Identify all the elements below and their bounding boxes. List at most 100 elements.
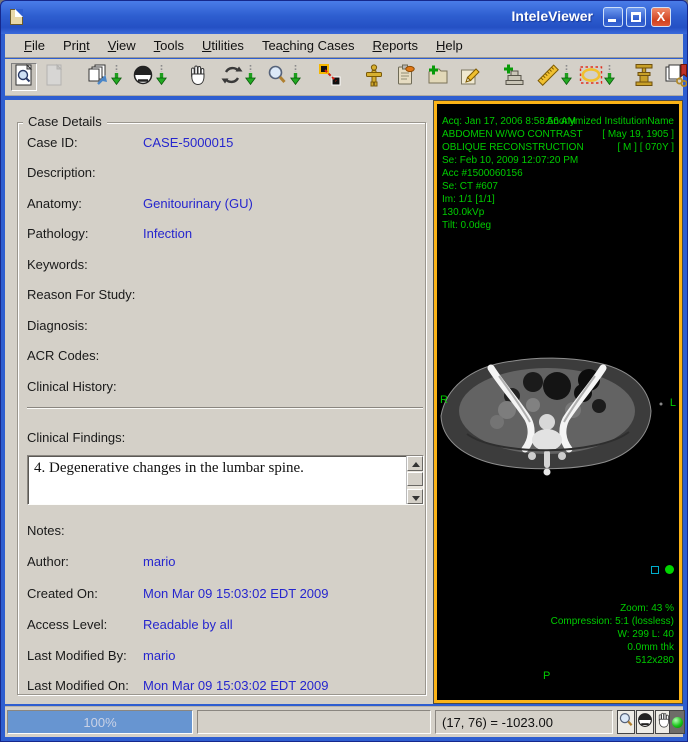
green-led-icon	[672, 717, 683, 728]
reference-lines-button[interactable]	[317, 63, 343, 91]
menu-item-tools[interactable]: Tools	[145, 35, 193, 56]
field-row: Last Modified On:Mon Mar 09 15:03:02 EDT…	[27, 678, 423, 693]
field-value: CASE-5000015	[143, 135, 233, 150]
overlay-line: Tilt: 0.0deg	[442, 219, 584, 232]
window-level-button[interactable]	[130, 63, 156, 91]
clipboard-icon	[394, 63, 418, 92]
add-teaching-case-button[interactable]	[501, 63, 527, 91]
menu-item-teaching-cases[interactable]: Teaching Cases	[253, 35, 364, 56]
menu-item-reports[interactable]: Reports	[363, 35, 427, 56]
app-icon	[10, 9, 23, 25]
cyan-square-icon	[651, 566, 659, 574]
findings-scrollbar[interactable]	[406, 456, 423, 504]
title-bar[interactable]: InteleViewer X	[1, 1, 687, 34]
window-level-tool-button[interactable]	[636, 710, 654, 734]
field-label: Pathology:	[27, 226, 143, 241]
field-row: Reason For Study:	[27, 287, 423, 302]
measure-button-dropdown[interactable]	[561, 63, 572, 91]
overlay-line: W: 299 L: 40	[551, 628, 674, 641]
field-label: Last Modified On:	[27, 678, 143, 693]
dropdown-arrow-icon	[156, 62, 167, 93]
add-to-folder-button[interactable]	[425, 63, 451, 91]
orientation-marker-left-side: L	[670, 397, 676, 409]
menu-item-view[interactable]: View	[99, 35, 145, 56]
clinical-findings-text: 4. Degenerative changes in the lumbar sp…	[34, 460, 401, 477]
maximize-button[interactable]	[626, 7, 646, 27]
menu-item-print[interactable]: Print	[54, 35, 99, 56]
hand-icon	[186, 63, 210, 92]
minimize-button[interactable]	[603, 7, 623, 27]
press-icon	[632, 63, 656, 92]
field-row: Description:	[27, 165, 423, 180]
browse-thumbnails-button[interactable]	[11, 63, 37, 91]
overlay-line: [ M ] [ 070Y ]	[547, 141, 674, 154]
field-label: Author:	[27, 554, 143, 569]
linked-stacking-button[interactable]	[663, 63, 688, 91]
menu-item-utilities[interactable]: Utilities	[193, 35, 253, 56]
connection-indicator	[669, 710, 685, 734]
rotate-flip-button[interactable]	[219, 63, 245, 91]
viewport-frame: Acq: Jan 17, 2006 8:58:56 AMABDOMEN W/WO…	[433, 100, 683, 704]
menu-item-help[interactable]: Help	[427, 35, 472, 56]
reference-lines-icon	[318, 63, 342, 92]
zoom-tool-button[interactable]	[617, 710, 635, 734]
key-figure-button[interactable]	[361, 63, 387, 91]
document-button	[41, 63, 67, 91]
field-row: Keywords:	[27, 257, 423, 272]
field-value: mario	[143, 648, 176, 663]
scroll-down-button[interactable]	[407, 489, 423, 504]
document-icon	[42, 63, 66, 92]
annotate-button[interactable]	[457, 63, 483, 91]
green-circle-icon	[665, 565, 674, 574]
roi-ellipse-button[interactable]	[578, 63, 604, 91]
notes-label: Notes:	[27, 523, 423, 538]
clinical-findings-textarea[interactable]: 4. Degenerative changes in the lumbar sp…	[27, 455, 424, 505]
overlay-top-right: Anonymized InstitutionName[ May 19, 1905…	[547, 115, 674, 154]
orientation-marker-right-side: R	[440, 394, 448, 406]
main-content: Case Details Case ID:CASE-5000015Descrip…	[5, 100, 683, 704]
field-label: Case ID:	[27, 135, 143, 150]
overlay-line: 512x280	[551, 654, 674, 667]
magnifier-icon	[265, 63, 289, 92]
dropdown-arrow-icon	[245, 62, 256, 93]
overlay-line: [ May 19, 1905 ]	[547, 128, 674, 141]
series-stack-button[interactable]	[85, 63, 111, 91]
note-pencil-icon	[458, 63, 482, 92]
overlay-line: Compression: 5:1 (lossless)	[551, 615, 674, 628]
measure-button[interactable]	[535, 63, 561, 91]
field-label: Diagnosis:	[27, 318, 143, 333]
scroll-up-button[interactable]	[407, 456, 423, 471]
series-stack-button-dropdown[interactable]	[111, 63, 122, 91]
report-button[interactable]	[393, 63, 419, 91]
field-value: Genitourinary (GU)	[143, 196, 253, 211]
field-label: Keywords:	[27, 257, 143, 272]
dropdown-arrow-icon	[604, 62, 615, 93]
overlay-line: 0.0mm thk	[551, 641, 674, 654]
zoom-button-dropdown[interactable]	[290, 63, 301, 91]
rotate-flip-button-dropdown[interactable]	[245, 63, 256, 91]
field-label: Description:	[27, 165, 143, 180]
ellipse-icon	[579, 63, 603, 92]
roi-ellipse-button-dropdown[interactable]	[604, 63, 615, 91]
dropdown-arrow-icon	[290, 62, 301, 93]
menu-item-file[interactable]: File	[15, 35, 54, 56]
window-level-button-dropdown[interactable]	[156, 63, 167, 91]
close-button[interactable]: X	[651, 7, 671, 27]
overlay-line: Im: 1/1 [1/1]	[442, 193, 584, 206]
zoom-button[interactable]	[264, 63, 290, 91]
field-row: Clinical History:	[27, 379, 423, 394]
archive-add-icon	[502, 63, 526, 92]
close-icon: X	[657, 9, 666, 24]
compression-button[interactable]	[631, 63, 657, 91]
refresh-icon	[220, 63, 244, 92]
field-label: Reason For Study:	[27, 287, 143, 302]
scrollbar-thumb[interactable]	[407, 472, 423, 486]
field-label: ACR Codes:	[27, 348, 143, 363]
field-row: Diagnosis:	[27, 318, 423, 333]
field-row: ACR Codes:	[27, 348, 423, 363]
field-row: Access Level:Readable by all	[27, 617, 423, 632]
image-viewport[interactable]: Acq: Jan 17, 2006 8:58:56 AMABDOMEN W/WO…	[437, 104, 679, 700]
pan-button[interactable]	[185, 63, 211, 91]
status-message-panel	[197, 710, 431, 734]
field-row: Last Modified By:mario	[27, 648, 423, 663]
